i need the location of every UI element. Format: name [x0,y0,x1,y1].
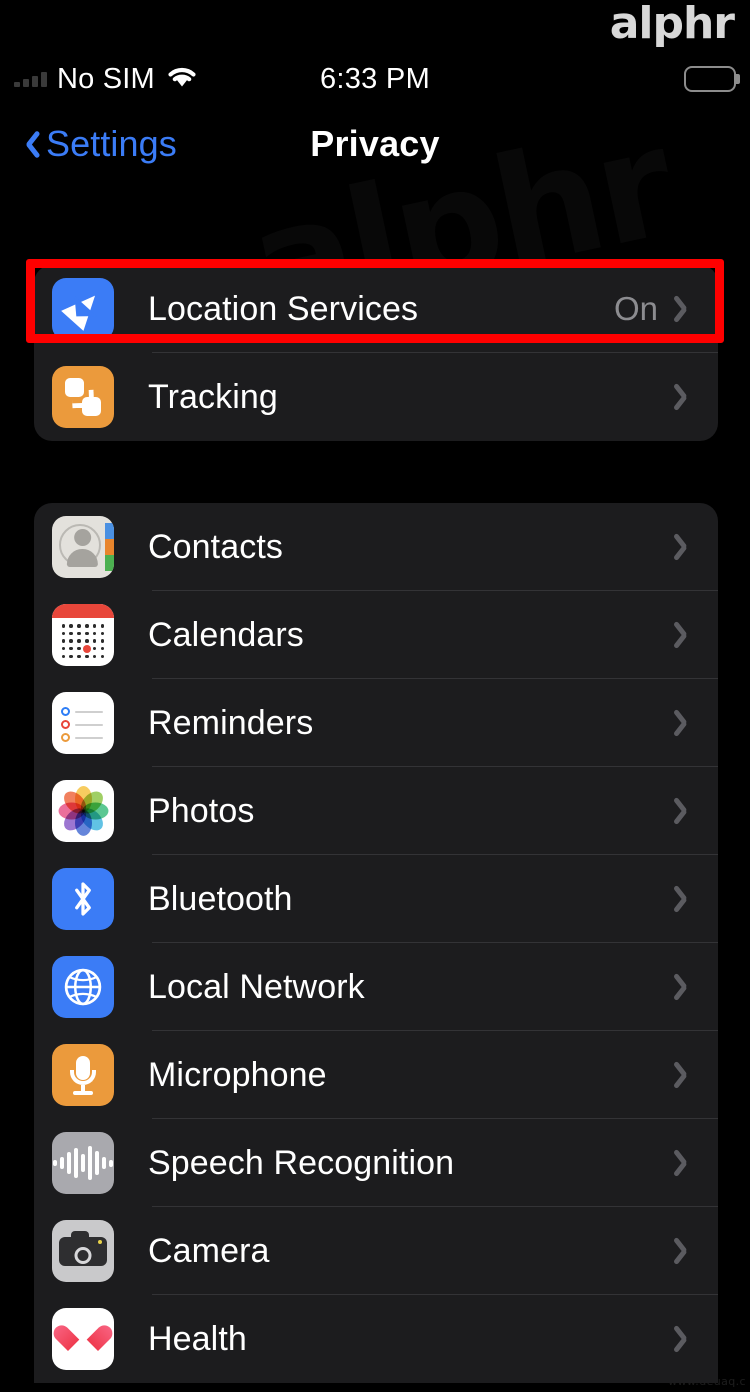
camera-icon [52,1220,114,1282]
chevron-right-icon [676,970,696,1004]
chevron-right-icon [676,530,696,564]
battery-full-icon [684,66,740,92]
chevron-right-icon [676,1322,696,1356]
settings-row-label: Camera [148,1231,270,1270]
photos-icon [52,780,114,842]
alphr-logo: alphr [609,0,735,49]
navigation-bar: Settings Privacy [0,113,750,175]
settings-row-label: Microphone [148,1055,327,1094]
tracking-icon [52,366,114,428]
settings-row-label: Speech Recognition [148,1143,455,1182]
chevron-right-icon [676,794,696,828]
settings-row-local-network[interactable]: Local Network [34,943,718,1031]
settings-row-speech-recognition[interactable]: Speech Recognition [34,1119,718,1207]
settings-row-value: On [613,290,658,327]
settings-row-reminders[interactable]: Reminders [34,679,718,767]
settings-row-health[interactable]: Health [34,1295,718,1383]
microphone-icon [52,1044,114,1106]
chevron-right-icon [676,706,696,740]
settings-row-label: Bluetooth [148,879,293,918]
settings-row-contacts[interactable]: Contacts [34,503,718,591]
settings-row-location-services[interactable]: Location Services On [34,265,718,353]
bluetooth-icon [52,868,114,930]
settings-row-label: Reminders [148,703,314,742]
settings-row-tracking[interactable]: Tracking [34,353,718,441]
location-services-icon [52,278,114,340]
settings-row-bluetooth[interactable]: Bluetooth [34,855,718,943]
chevron-right-icon [676,1058,696,1092]
health-icon [52,1308,114,1370]
settings-row-label: Local Network [148,967,365,1006]
local-network-icon [52,956,114,1018]
reminders-icon [52,692,114,754]
settings-row-label: Contacts [148,527,283,566]
settings-row-microphone[interactable]: Microphone [34,1031,718,1119]
settings-row-calendars[interactable]: Calendars [34,591,718,679]
page-title: Privacy [310,123,440,164]
settings-row-label: Photos [148,791,255,830]
settings-group-group-main: Contacts Calendars Reminders Photos Bluetoot… [34,503,718,1383]
status-bar: No SIM 6:33 PM [0,57,750,101]
settings-row-label: Tracking [148,377,278,416]
contacts-icon [52,516,114,578]
chevron-right-icon [676,1234,696,1268]
status-bar-right [684,57,740,101]
settings-group-group-top: Location Services On Tracking [34,265,718,441]
status-bar-clock: 6:33 PM [319,62,431,95]
privacy-settings-screen: alphr alphr alphr alphr www.deuaq.c No S… [0,0,750,1392]
chevron-right-icon [676,380,696,414]
settings-row-camera[interactable]: Camera [34,1207,718,1295]
calendars-icon [52,604,114,666]
chevron-right-icon [676,882,696,916]
settings-row-photos[interactable]: Photos [34,767,718,855]
chevron-right-icon [676,292,696,326]
chevron-right-icon [676,618,696,652]
settings-row-label: Calendars [148,615,304,654]
settings-row-label: Location Services [148,289,419,328]
settings-row-label: Health [148,1319,247,1358]
chevron-right-icon [676,1146,696,1180]
speech-recognition-icon [52,1132,114,1194]
